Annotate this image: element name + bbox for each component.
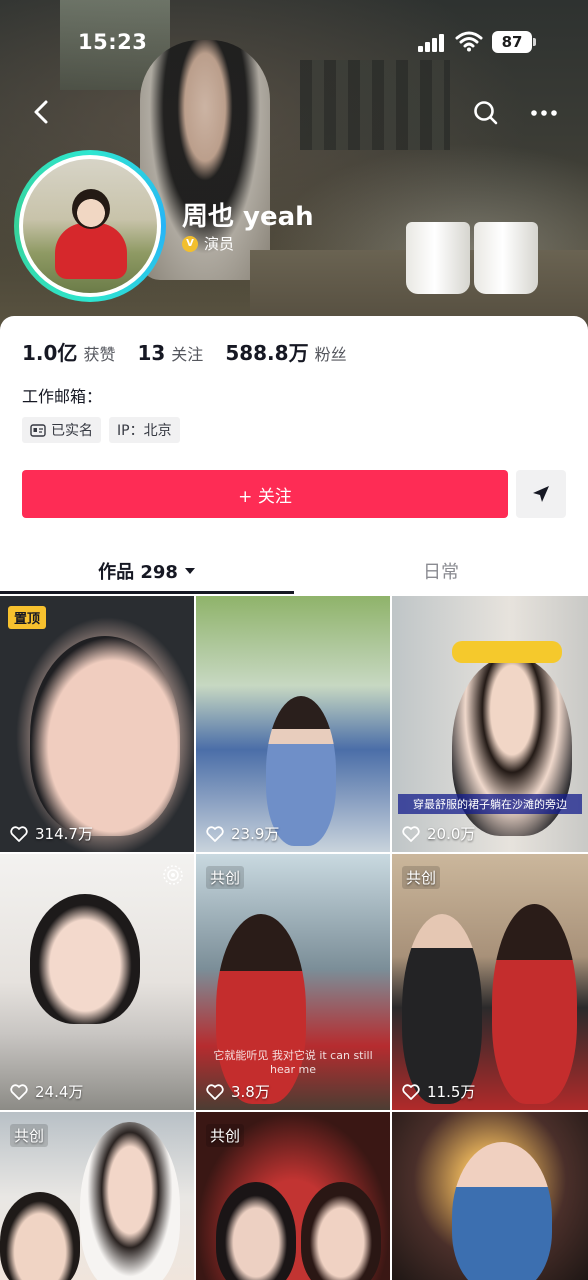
tag-real-name: 已实名 xyxy=(22,417,101,443)
collab-badge: 共创 xyxy=(206,1124,245,1147)
collab-badge: 共创 xyxy=(402,866,441,889)
stat-label: 粉丝 xyxy=(314,345,347,364)
video-caption: 它就能听见 我对它说 it can still hear me xyxy=(213,1049,373,1076)
video-likes: 314.7万 xyxy=(10,823,93,844)
heart-icon xyxy=(206,1083,224,1100)
stat-following[interactable]: 13 关注 xyxy=(137,341,203,365)
heart-icon xyxy=(206,825,224,842)
video-likes: 24.4万 xyxy=(10,1081,83,1102)
banner-shelf xyxy=(300,60,450,150)
verification-label: 演员 xyxy=(204,235,235,253)
status-time: 15:23 xyxy=(78,30,148,54)
caret-down-icon xyxy=(184,568,195,574)
tab-label: 作品 298 xyxy=(98,562,178,583)
stat-label: 关注 xyxy=(171,345,204,364)
likes-count: 314.7万 xyxy=(35,825,93,843)
content-tabs: 作品 298 日常 xyxy=(0,548,588,594)
banner-cup xyxy=(474,222,538,294)
pinned-badge: 置顶 xyxy=(8,606,47,629)
stat-likes[interactable]: 1.0亿 获赞 xyxy=(22,337,115,366)
send-icon xyxy=(533,486,549,502)
profile-tags: 已实名 IP：北京 xyxy=(22,417,180,443)
heart-icon xyxy=(402,1083,420,1100)
video-tile[interactable]: 穿最舒服的裙子躺在沙滩的旁边 20.0万 xyxy=(392,596,588,852)
video-caption: 穿最舒服的裙子躺在沙滩的旁边 xyxy=(398,794,582,814)
tag-label: 已实名 xyxy=(51,423,93,439)
banner-cup xyxy=(406,222,470,294)
video-likes: 11.5万 xyxy=(402,1081,475,1102)
live-photo-icon xyxy=(163,865,183,885)
avatar-ring[interactable] xyxy=(14,150,166,302)
heart-icon xyxy=(10,1083,28,1100)
likes-count: 24.4万 xyxy=(35,1083,84,1101)
stat-followers[interactable]: 588.8万 粉丝 xyxy=(225,337,346,366)
video-likes: 20.0万 xyxy=(402,823,475,844)
avatar xyxy=(23,159,157,293)
video-tile[interactable]: 共创 它就能听见 我对它说 it can still hear me 3.8万 xyxy=(196,854,390,1110)
verified-badge-icon: V xyxy=(182,235,198,252)
battery-indicator: 87 xyxy=(492,31,536,53)
likes-count: 23.9万 xyxy=(231,825,280,843)
signal-icon xyxy=(418,34,446,52)
video-likes: 3.8万 xyxy=(206,1081,270,1102)
video-grid: 置顶 314.7万 23.9万 穿最舒服的裙子躺在沙滩的旁边 20.0万 24.… xyxy=(0,596,588,1280)
stat-value: 1.0亿 xyxy=(22,341,78,365)
video-tile[interactable]: 置顶 314.7万 xyxy=(0,596,194,852)
likes-count: 11.5万 xyxy=(427,1083,476,1101)
stat-value: 13 xyxy=(137,341,166,365)
likes-count: 20.0万 xyxy=(427,825,476,843)
stat-value: 588.8万 xyxy=(225,341,309,365)
tag-label: IP：北京 xyxy=(117,423,172,439)
video-tile[interactable]: 共创 xyxy=(196,1112,390,1280)
search-icon[interactable] xyxy=(470,97,502,129)
video-tile[interactable] xyxy=(392,1112,588,1280)
video-tile[interactable]: 24.4万 xyxy=(0,854,194,1110)
profile-name: 周也 yeah xyxy=(182,202,314,232)
video-tile[interactable]: 23.9万 xyxy=(196,596,390,852)
tab-active-indicator xyxy=(0,591,294,594)
collab-badge: 共创 xyxy=(206,866,245,889)
likes-count: 3.8万 xyxy=(231,1083,270,1101)
tab-works[interactable]: 作品 298 xyxy=(0,548,294,594)
heart-icon xyxy=(10,825,28,842)
wifi-icon xyxy=(455,31,483,52)
stat-label: 获赞 xyxy=(83,345,116,364)
video-tile[interactable]: 共创 11.5万 xyxy=(392,854,588,1110)
verification-row: V 演员 xyxy=(182,233,234,254)
chevron-left-icon[interactable] xyxy=(26,96,58,128)
share-button[interactable] xyxy=(516,470,566,518)
profile-stats: 1.0亿 获赞 13 关注 588.8万 粉丝 xyxy=(22,337,369,366)
work-email[interactable]: 工作邮箱： xyxy=(22,383,102,407)
tag-ip-location: IP：北京 xyxy=(109,417,180,443)
heart-icon xyxy=(402,825,420,842)
follow-button[interactable]: + 关注 xyxy=(22,470,508,518)
video-tile[interactable]: 共创 xyxy=(0,1112,194,1280)
id-card-icon xyxy=(30,423,46,437)
tab-daily[interactable]: 日常 xyxy=(294,548,588,594)
collab-badge: 共创 xyxy=(10,1124,49,1147)
more-horizontal-icon[interactable] xyxy=(526,97,562,129)
video-likes: 23.9万 xyxy=(206,823,279,844)
